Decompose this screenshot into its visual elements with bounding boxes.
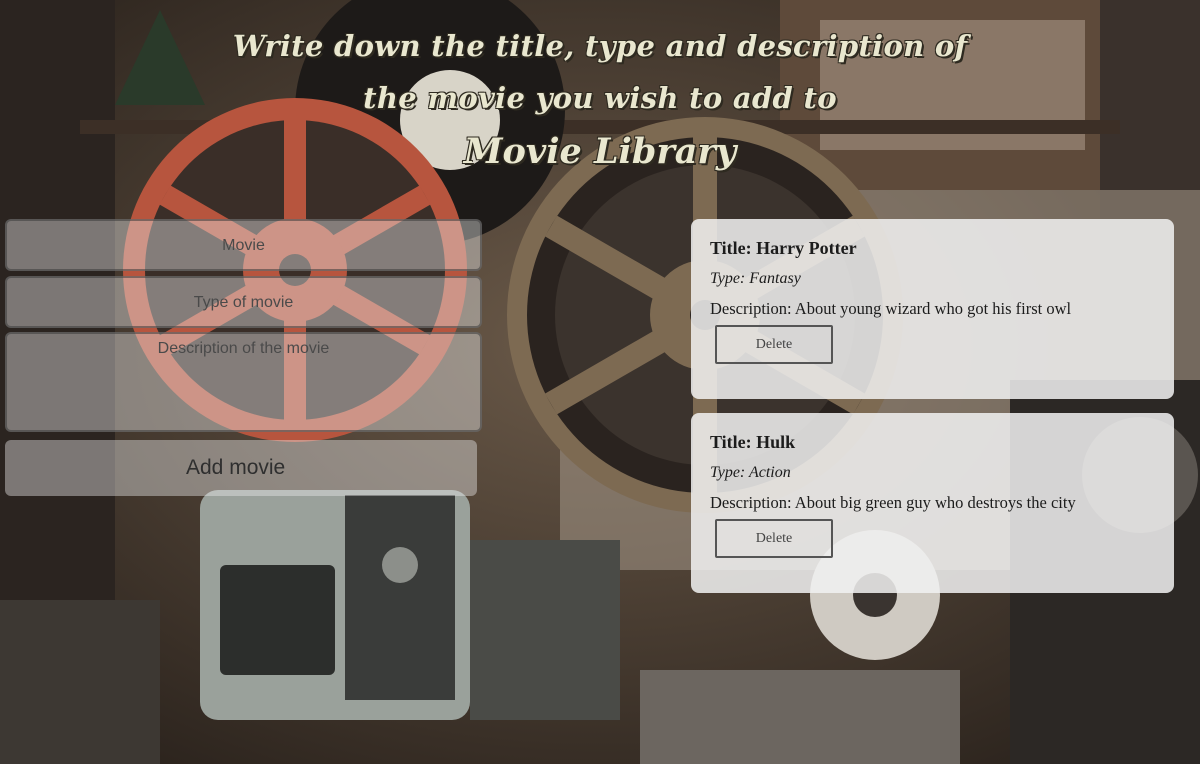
movie-type-input[interactable]: Type of movie [5, 276, 482, 328]
delete-button[interactable]: Delete [715, 519, 833, 558]
movie-title: Title: Hulk [710, 432, 796, 452]
movie-card: Title: Harry Potter Type: Fantasy Descri… [691, 219, 1174, 399]
heading-line-2: the movie you wish to add to [363, 81, 837, 115]
movie-description: Description: About young wizard who got … [710, 299, 1072, 318]
page-heading: Write down the title, type and descripti… [0, 20, 1200, 180]
movie-description-textarea[interactable]: Description of the movie [5, 332, 482, 432]
app-title: Movie Library [463, 131, 737, 172]
movie-type: Type: Action [710, 464, 791, 481]
movie-type: Type: Fantasy [710, 270, 801, 287]
movie-description: Description: About big green guy who des… [710, 493, 1076, 512]
movie-description-placeholder: Description of the movie [157, 340, 330, 357]
movie-title-input[interactable]: Movie [5, 219, 482, 271]
add-movie-button[interactable]: Add movie [5, 440, 477, 496]
movie-type-placeholder: Type of movie [193, 294, 294, 311]
heading-line-1: Write down the title, type and descripti… [232, 29, 968, 63]
movie-card: Title: Hulk Type: Action Description: Ab… [691, 413, 1174, 593]
movie-title: Title: Harry Potter [710, 238, 857, 258]
delete-button[interactable]: Delete [715, 325, 833, 364]
movie-title-placeholder: Movie [222, 237, 265, 254]
